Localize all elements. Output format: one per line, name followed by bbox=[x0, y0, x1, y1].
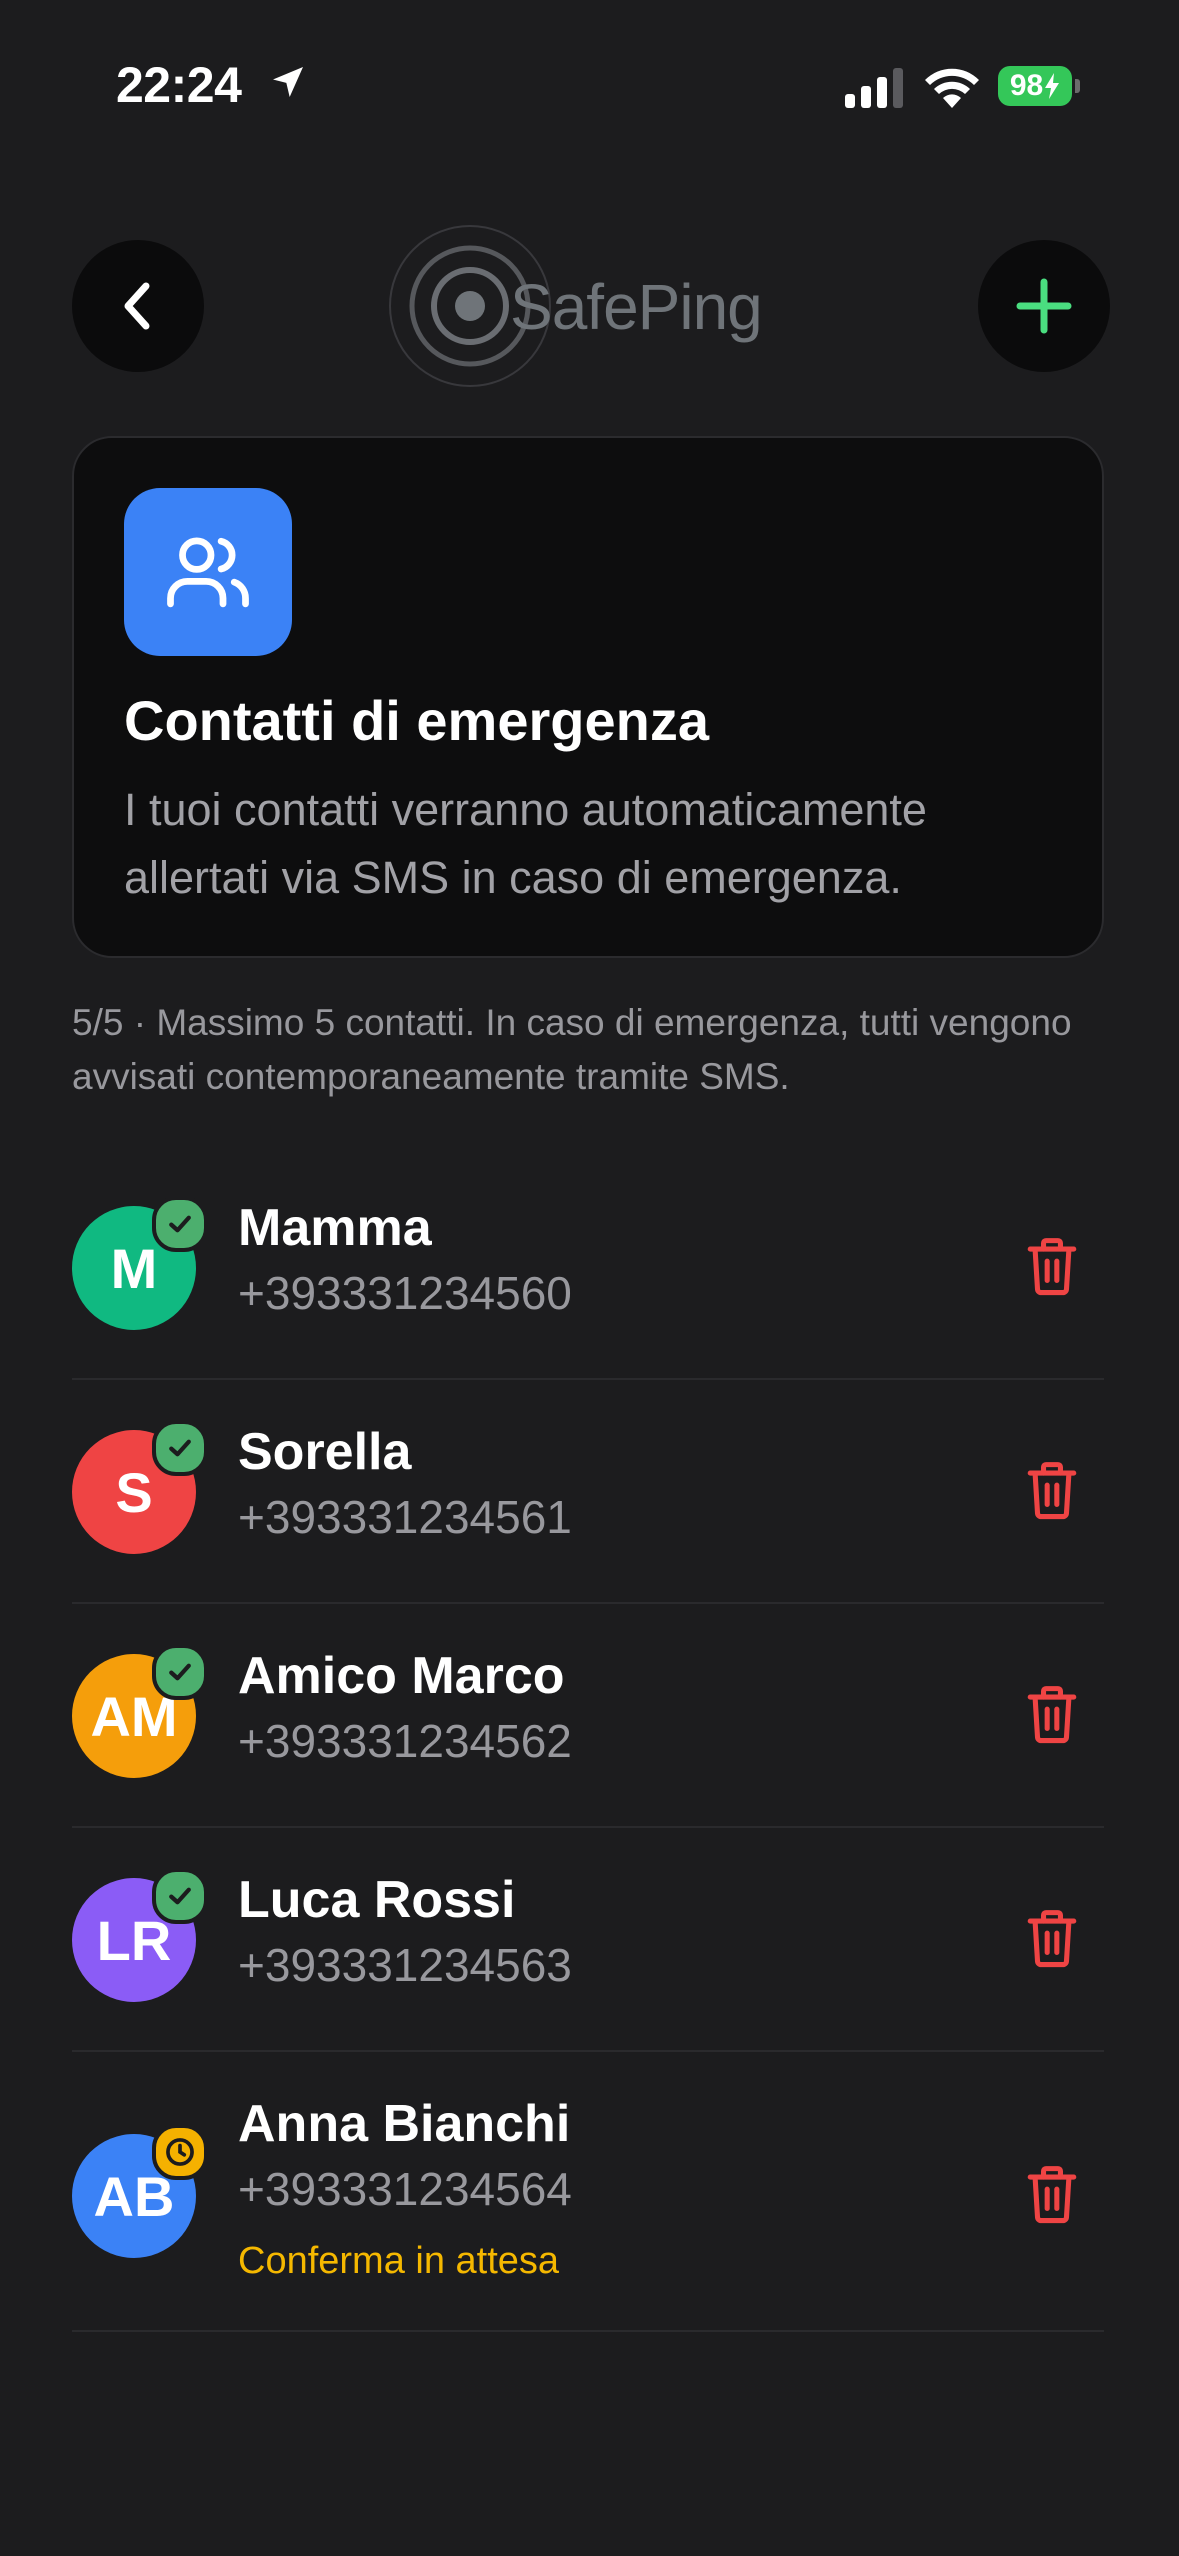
add-contact-button[interactable] bbox=[978, 240, 1110, 372]
status-bar: 22:24 98 bbox=[0, 0, 1179, 150]
battery-level: 98 bbox=[998, 66, 1072, 106]
chevron-left-icon bbox=[124, 282, 150, 330]
delete-contact-button[interactable] bbox=[1012, 1900, 1092, 1980]
contact-phone: +393331234562 bbox=[238, 1715, 572, 1767]
contact-row[interactable]: AM Amico Marco +393331234562 bbox=[72, 1604, 1104, 1828]
hero-title: Contatti di emergenza bbox=[124, 689, 709, 752]
trash-icon bbox=[1023, 1906, 1081, 1975]
contact-row[interactable]: S Sorella +393331234561 bbox=[72, 1380, 1104, 1604]
contact-name: Mamma bbox=[238, 1199, 432, 1257]
users-icon bbox=[167, 537, 249, 608]
cellular-signal-icon bbox=[845, 68, 903, 108]
contacts-limit-note: 5/5 · Massimo 5 contatti. In caso di eme… bbox=[72, 1002, 1072, 1097]
contact-name: Amico Marco bbox=[238, 1647, 565, 1705]
battery-indicator: 98 bbox=[998, 66, 1080, 106]
verified-check-icon bbox=[152, 1644, 208, 1700]
verified-check-icon bbox=[152, 1196, 208, 1252]
contact-row[interactable]: M Mamma +393331234560 bbox=[72, 1156, 1104, 1380]
brand-name: SafePing bbox=[510, 271, 763, 343]
contact-name: Anna Bianchi bbox=[238, 2095, 571, 2153]
contact-phone: +393331234563 bbox=[238, 1939, 572, 1991]
trash-icon bbox=[1023, 1234, 1081, 1303]
emergency-contacts-card: Contatti di emergenza I tuoi contatti ve… bbox=[72, 436, 1104, 958]
contact-row[interactable]: AB Anna Bianchi +393331234564 Conferma in a… bbox=[72, 2052, 1104, 2332]
trash-icon bbox=[1023, 1458, 1081, 1527]
wifi-icon bbox=[925, 68, 979, 108]
location-arrow-icon bbox=[273, 67, 303, 97]
plus-icon bbox=[1016, 278, 1072, 334]
pending-clock-icon bbox=[152, 2124, 208, 2180]
contact-phone: +393331234561 bbox=[238, 1491, 572, 1543]
trash-icon bbox=[1023, 1682, 1081, 1751]
trash-icon bbox=[1023, 2162, 1081, 2231]
hero-icon-tile bbox=[124, 488, 292, 656]
delete-contact-button[interactable] bbox=[1012, 1228, 1092, 1308]
delete-contact-button[interactable] bbox=[1012, 1676, 1092, 1756]
delete-contact-button[interactable] bbox=[1012, 1452, 1092, 1532]
contact-phone: +393331234560 bbox=[238, 1267, 572, 1319]
pending-status-label: Conferma in attesa bbox=[238, 2240, 560, 2282]
charging-bolt-icon bbox=[1045, 73, 1060, 99]
verified-check-icon bbox=[152, 1868, 208, 1924]
contact-name: Sorella bbox=[238, 1423, 412, 1481]
contact-name: Luca Rossi bbox=[238, 1871, 516, 1929]
back-button[interactable] bbox=[72, 240, 204, 372]
hero-description: I tuoi contatti verranno automaticamente… bbox=[124, 784, 927, 903]
verified-check-icon bbox=[152, 1420, 208, 1476]
delete-contact-button[interactable] bbox=[1012, 2156, 1092, 2236]
contact-row[interactable]: LR Luca Rossi +393331234563 bbox=[72, 1828, 1104, 2052]
status-time: 22:24 bbox=[116, 57, 242, 113]
contact-phone: +393331234564 bbox=[238, 2163, 572, 2215]
brand-logo: SafePing bbox=[388, 222, 763, 392]
